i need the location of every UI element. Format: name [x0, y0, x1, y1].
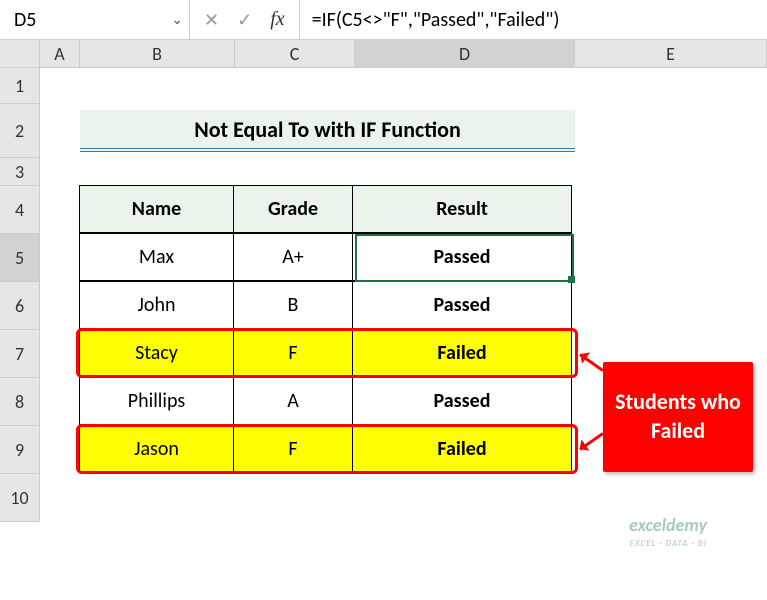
header-name[interactable]: Name — [79, 185, 234, 233]
cell-A9[interactable] — [40, 426, 80, 474]
cell-B10[interactable] — [80, 474, 235, 522]
row-header-2[interactable]: 2 — [0, 104, 40, 158]
col-header-C[interactable]: C — [235, 40, 355, 67]
cell-A6[interactable] — [40, 282, 80, 330]
cell-B3[interactable] — [80, 158, 235, 186]
col-header-B[interactable]: B — [80, 40, 235, 67]
name-box[interactable]: D5 ⌄ — [0, 0, 190, 39]
cell-A5[interactable] — [40, 234, 80, 282]
cell-E6[interactable] — [572, 282, 767, 330]
formula-bar: D5 ⌄ ✕ ✓ fx =IF(C5<>"F","Passed","Failed… — [0, 0, 767, 40]
row-header-10[interactable]: 10 — [0, 474, 40, 522]
cancel-icon[interactable]: ✕ — [204, 9, 219, 31]
watermark-brand: exceldemy — [629, 514, 707, 536]
watermark-tagline: EXCEL · DATA · BI — [630, 538, 707, 549]
cell-A2[interactable] — [40, 104, 80, 158]
cell-C10[interactable] — [235, 474, 355, 522]
col-header-E[interactable]: E — [575, 40, 767, 67]
cell-C3[interactable] — [235, 158, 355, 186]
cell-E2[interactable] — [575, 104, 767, 158]
cell-B9[interactable]: Jason — [79, 425, 234, 473]
cell-reference: D5 — [14, 8, 36, 32]
cell-A8[interactable] — [40, 378, 80, 426]
cell-D10[interactable] — [355, 474, 575, 522]
row-header-5[interactable]: 5 — [0, 234, 40, 282]
confirm-icon[interactable]: ✓ — [237, 9, 252, 31]
row-header-9[interactable]: 9 — [0, 426, 40, 474]
cell-B5[interactable]: Max — [79, 233, 234, 281]
cell-D3[interactable] — [355, 158, 575, 186]
cell-E4[interactable] — [572, 186, 767, 234]
col-header-A[interactable]: A — [40, 40, 80, 67]
row-header-1[interactable]: 1 — [0, 68, 40, 104]
cell-A1[interactable] — [40, 68, 80, 104]
merged-title[interactable]: Not Equal To with IF Function — [80, 110, 575, 152]
cell-C7[interactable]: F — [233, 329, 353, 377]
formula-bar-icons: ✕ ✓ fx — [190, 0, 300, 39]
cell-D5[interactable]: Passed — [352, 233, 572, 281]
cell-C9[interactable]: F — [233, 425, 353, 473]
cell-A7[interactable] — [40, 330, 80, 378]
column-headers: A B C D E — [0, 40, 767, 68]
formula-input[interactable]: =IF(C5<>"F","Passed","Failed") — [300, 8, 767, 32]
cell-A4[interactable] — [40, 186, 80, 234]
header-result[interactable]: Result — [352, 185, 572, 233]
cell-B6[interactable]: John — [79, 281, 234, 329]
row-header-3[interactable]: 3 — [0, 158, 40, 186]
cell-C5[interactable]: A+ — [233, 233, 353, 281]
cell-E3[interactable] — [575, 158, 767, 186]
cell-C8[interactable]: A — [233, 377, 353, 425]
cell-C6[interactable]: B — [233, 281, 353, 329]
cell-D7[interactable]: Failed — [352, 329, 572, 377]
watermark: exceldemy EXCEL · DATA · BI — [629, 514, 707, 550]
cell-E5[interactable] — [572, 234, 767, 282]
chevron-down-icon[interactable]: ⌄ — [171, 11, 183, 28]
col-header-D[interactable]: D — [355, 40, 575, 67]
row-header-4[interactable]: 4 — [0, 186, 40, 234]
fx-icon[interactable]: fx — [270, 8, 284, 31]
cell-B1[interactable] — [80, 68, 235, 104]
row-header-7[interactable]: 7 — [0, 330, 40, 378]
cell-C1[interactable] — [235, 68, 355, 104]
callout-students-failed: Students who Failed — [603, 362, 753, 472]
cell-A10[interactable] — [40, 474, 80, 522]
row-header-8[interactable]: 8 — [0, 378, 40, 426]
cell-B7[interactable]: Stacy — [79, 329, 234, 377]
cell-A3[interactable] — [40, 158, 80, 186]
select-all-corner[interactable] — [0, 40, 40, 67]
cell-D1[interactable] — [355, 68, 575, 104]
cell-D9[interactable]: Failed — [352, 425, 572, 473]
cell-D6[interactable]: Passed — [352, 281, 572, 329]
cell-E1[interactable] — [575, 68, 767, 104]
cell-B8[interactable]: Phillips — [79, 377, 234, 425]
row-header-6[interactable]: 6 — [0, 282, 40, 330]
header-grade[interactable]: Grade — [233, 185, 353, 233]
cell-D8[interactable]: Passed — [352, 377, 572, 425]
